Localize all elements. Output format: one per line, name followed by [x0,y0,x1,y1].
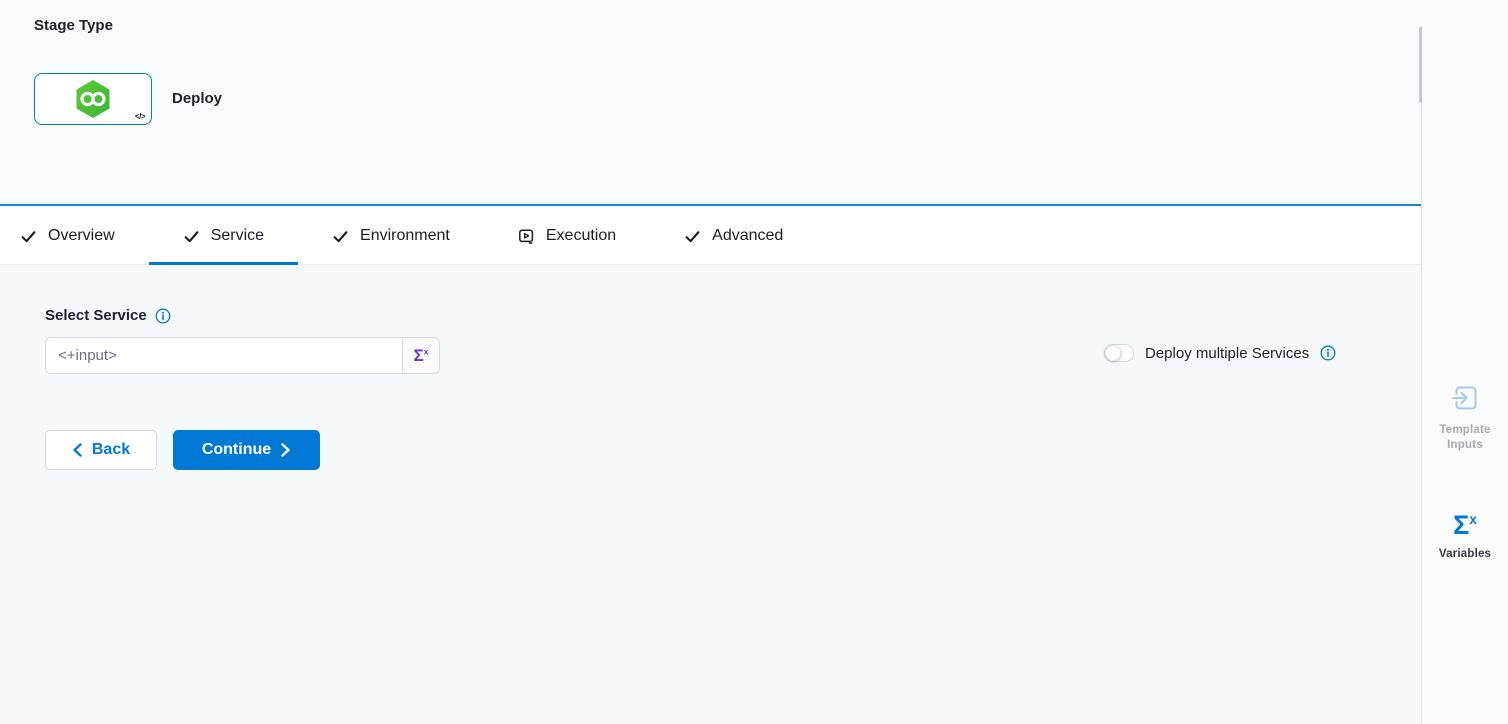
info-icon[interactable] [155,308,171,324]
info-icon[interactable] [1320,345,1336,361]
deploy-stage-card[interactable]: </> [34,73,152,125]
chevron-left-icon [72,443,83,457]
back-button[interactable]: Back [45,430,157,470]
tab-label: Execution [546,227,616,245]
deploy-multiple-label: Deploy multiple Services [1145,345,1309,362]
check-icon [20,228,37,245]
back-button-label: Back [92,441,130,459]
tab-label: Overview [48,227,115,245]
template-inputs-label: Template Inputs [1422,423,1508,453]
stage-type-label: Stage Type [34,17,113,34]
arrow-into-box-icon [1450,383,1480,413]
tab-execution[interactable]: Execution [484,208,650,264]
service-input[interactable] [45,337,403,374]
toggle-knob [1105,345,1121,361]
check-icon [183,228,200,245]
tab-label: Advanced [712,227,783,245]
stage-card-name: Deploy [172,90,222,107]
runtime-input-button[interactable]: Σx [403,337,440,374]
check-icon [684,228,701,245]
tab-overview[interactable]: Overview [16,208,149,264]
cd-hexagon-icon [75,79,111,119]
tab-environment[interactable]: Environment [298,208,484,264]
stage-config-panel: Stage Type </> Deploy [0,0,1421,724]
variables-label: Variables [1422,547,1508,562]
service-tab-content: Select Service Σx Deploy multiple Servic… [0,265,1421,724]
tab-label: Environment [360,227,450,245]
continue-button[interactable]: Continue [173,430,320,470]
execution-icon [518,228,535,245]
deploy-multiple-toggle[interactable] [1104,344,1134,362]
tab-service[interactable]: Service [149,208,298,264]
variables-button[interactable]: Σx Variables [1422,512,1508,562]
stage-configuration-screen: Stage Type </> Deploy [0,0,1508,724]
code-icon: </> [135,112,145,121]
chevron-right-icon [280,443,291,457]
stage-tabs: Overview Service Environment [0,208,1421,265]
right-rail: Template Inputs Σx Variables [1422,0,1508,724]
continue-button-label: Continue [202,441,271,459]
check-icon [332,228,349,245]
tab-advanced[interactable]: Advanced [650,208,817,264]
select-service-label: Select Service [45,307,147,324]
template-inputs-button[interactable]: Template Inputs [1422,383,1508,453]
stage-type-section: Stage Type </> Deploy [0,0,1421,206]
sigma-x-icon: Σx [414,347,429,364]
tab-label: Service [211,227,264,245]
sigma-x-icon: Σx [1453,512,1477,539]
